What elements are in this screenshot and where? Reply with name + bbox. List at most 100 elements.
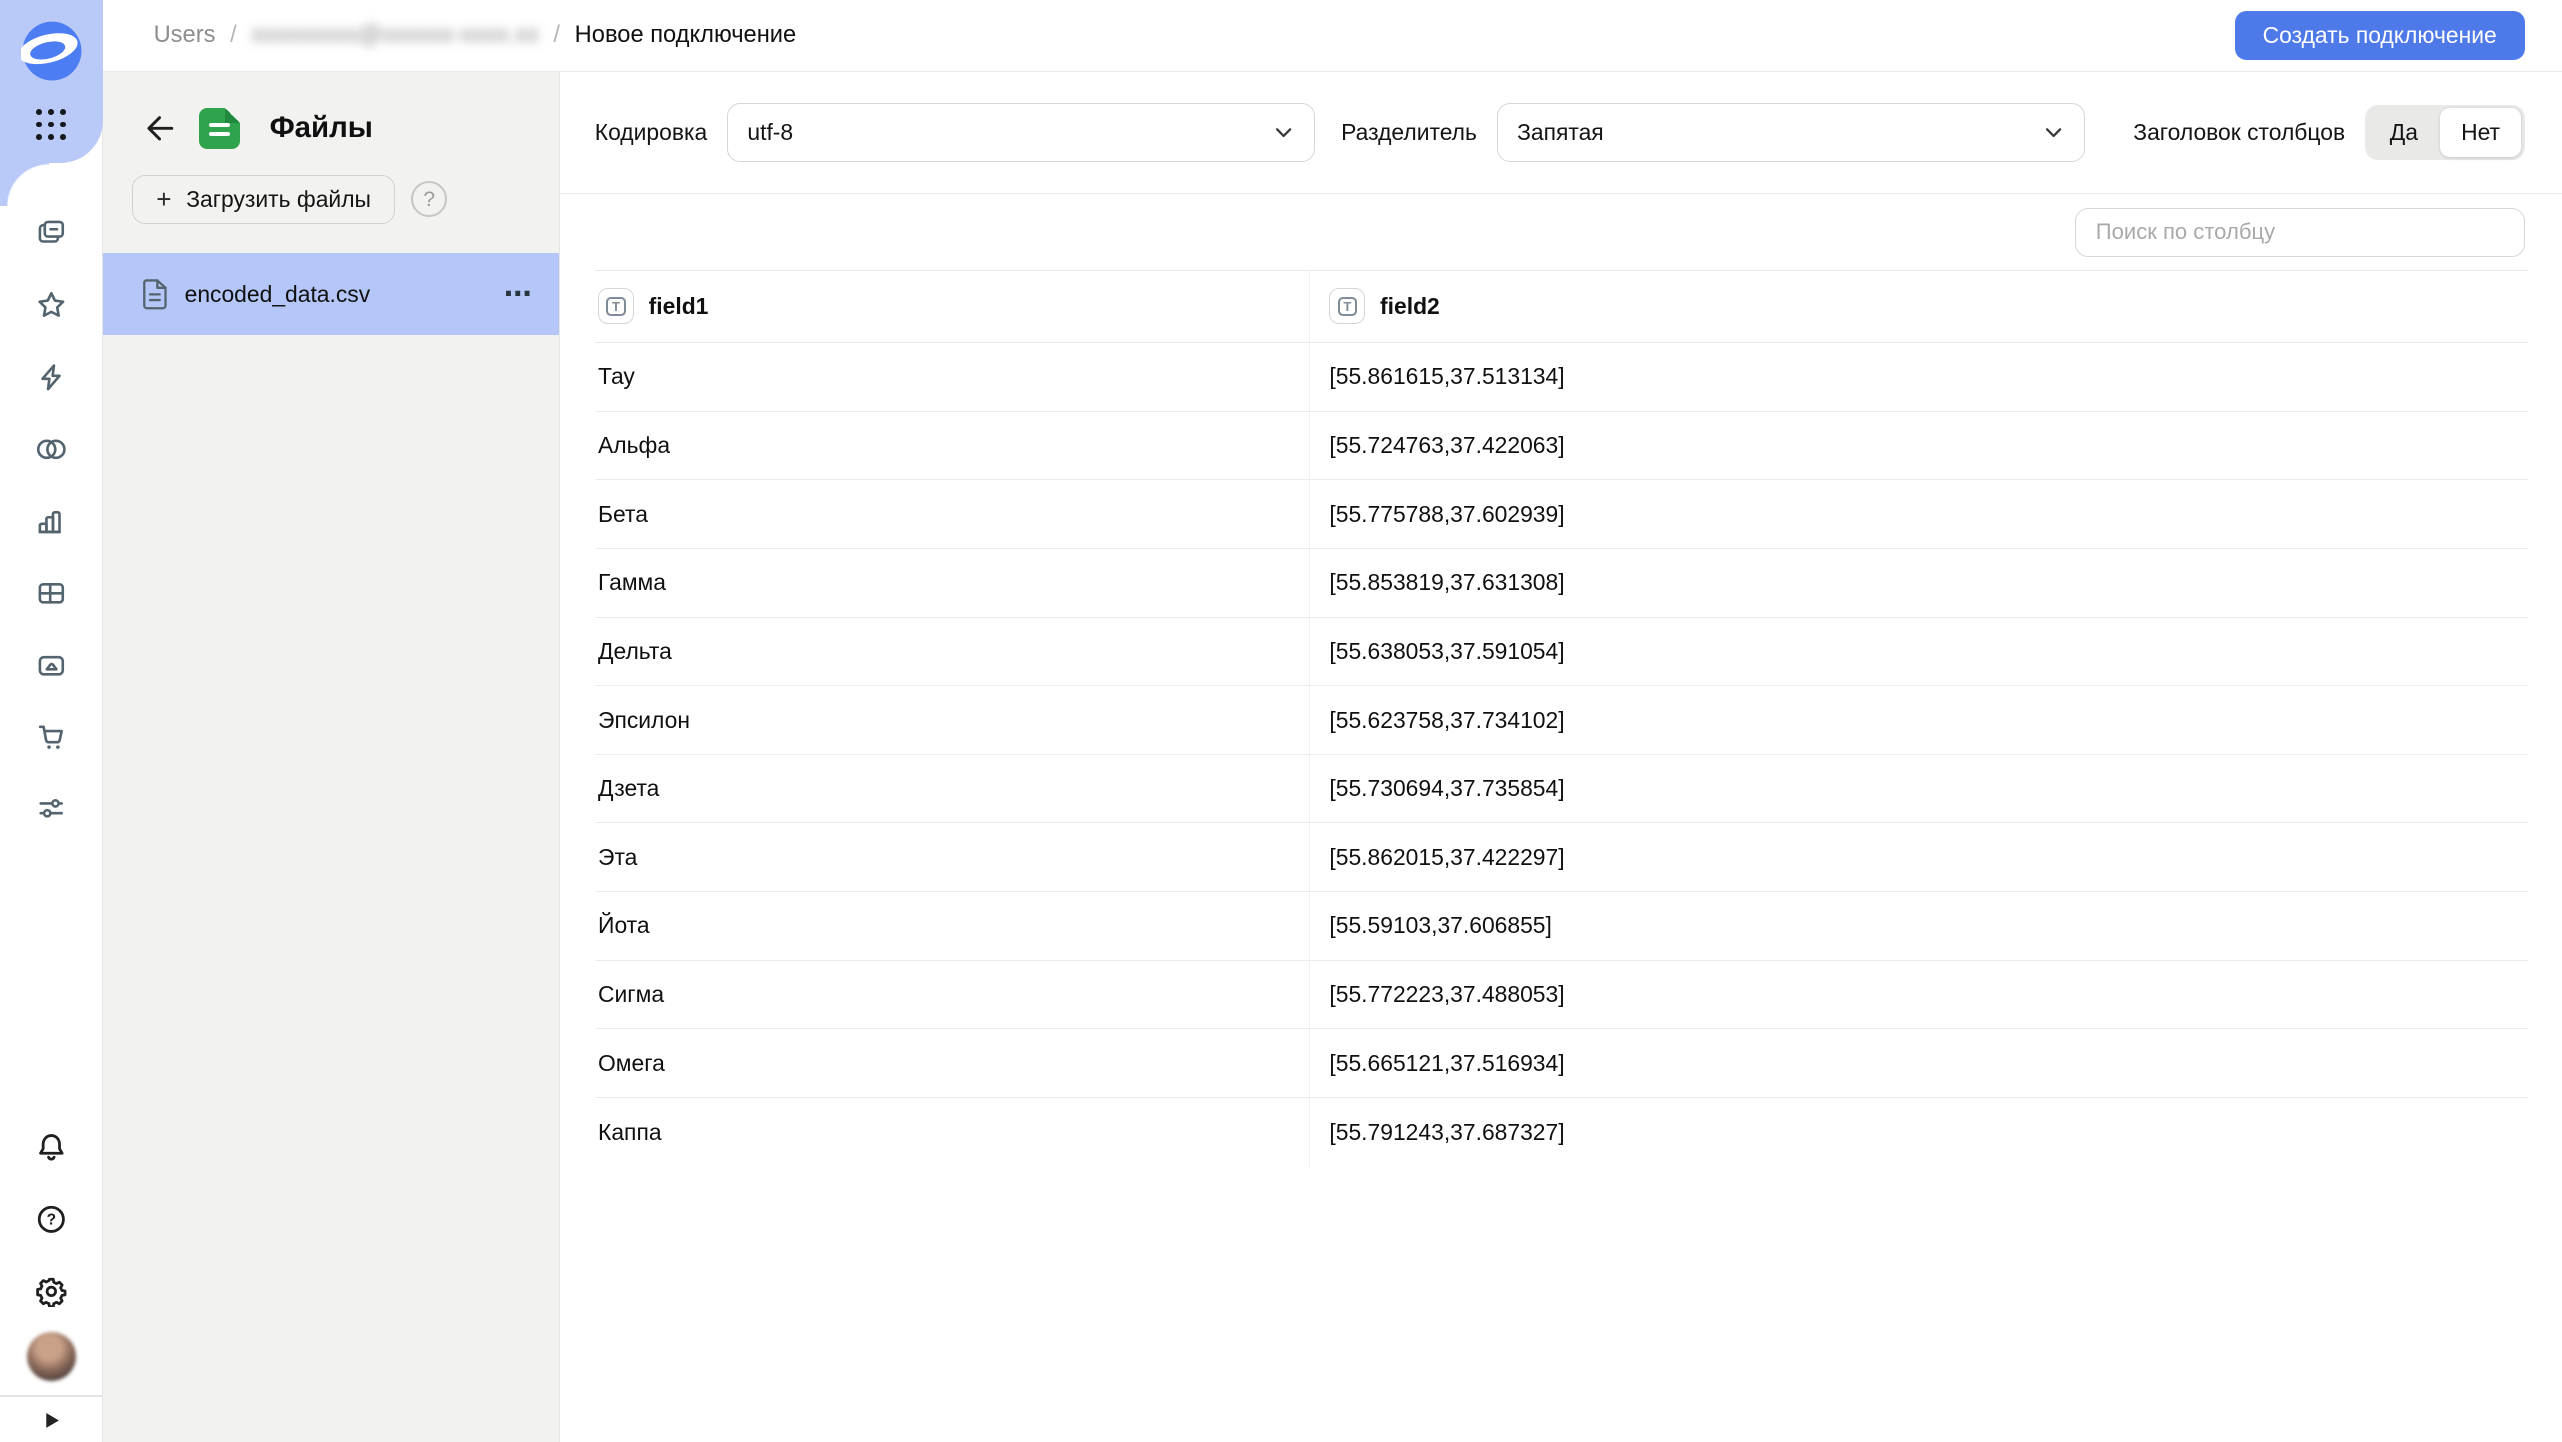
upload-files-button[interactable]: + Загрузить файлы <box>132 175 395 224</box>
cell-field2: [55.772223,37.488053] <box>1309 961 2528 1029</box>
help-question-icon[interactable]: ? <box>35 1203 68 1236</box>
editor-lightning-icon[interactable] <box>35 361 68 394</box>
connections-icon[interactable] <box>35 433 68 466</box>
search-row <box>560 194 2562 269</box>
cell-field2: [55.775788,37.602939] <box>1309 480 2528 548</box>
table-header-field1: T field1 <box>595 271 1309 343</box>
rail-bottom: ? <box>0 1131 103 1442</box>
back-arrow-icon[interactable] <box>144 112 177 145</box>
plus-icon: + <box>156 186 171 212</box>
notifications-bell-icon[interactable] <box>35 1131 68 1164</box>
create-connection-button[interactable]: Создать подключение <box>2235 11 2525 60</box>
cell-field1: Каппа <box>595 1098 1309 1167</box>
table-header-field2: T field2 <box>1309 271 2528 343</box>
app-root: ? Users / xxxxxxxxx@xxxxxx-xxxx.xx / Нов… <box>0 0 2562 1442</box>
collections-icon[interactable] <box>35 217 68 250</box>
column-header-toggle: Да Нет <box>2365 105 2525 161</box>
panel-title: Файлы <box>270 111 373 145</box>
table-header-row: T field1 T field2 <box>595 270 2528 344</box>
encoding-value: utf-8 <box>747 119 793 146</box>
files-panel: Файлы + Загрузить файлы ? encoded_data.c… <box>103 72 561 1442</box>
table-row: Дельта[55.638053,37.591054] <box>595 618 2528 687</box>
table-row: Бета[55.775788,37.602939] <box>595 480 2528 549</box>
apps-grid-icon[interactable] <box>36 109 67 140</box>
string-type-icon: T <box>606 297 626 317</box>
toggle-option-no[interactable]: Нет <box>2440 108 2521 157</box>
table-body: Тау[55.861615,37.513134]Альфа[55.724763,… <box>595 343 2528 1167</box>
cell-field1: Дельта <box>595 618 1309 686</box>
cell-field1: Дзета <box>595 755 1309 823</box>
left-rail: ? <box>0 0 103 1442</box>
favorites-star-icon[interactable] <box>35 289 68 322</box>
cell-field1: Йота <box>595 892 1309 960</box>
cell-field2: [55.724763,37.422063] <box>1309 412 2528 480</box>
column-type-button[interactable]: T <box>1329 288 1365 324</box>
cell-field1: Тау <box>595 343 1309 411</box>
play-triangle-icon <box>40 1409 63 1432</box>
user-avatar[interactable] <box>27 1332 76 1381</box>
file-name: encoded_data.csv <box>185 281 371 308</box>
rail-nav <box>0 217 103 825</box>
cell-field1: Омега <box>595 1029 1309 1097</box>
table-row: Эта[55.862015,37.422297] <box>595 823 2528 892</box>
charts-icon[interactable] <box>35 505 68 538</box>
breadcrumb-separator: / <box>553 22 560 49</box>
file-list-item-selected[interactable]: encoded_data.csv ⋯ <box>103 253 560 335</box>
delimiter-value: Запятая <box>1517 119 1604 146</box>
cell-field2: [55.638053,37.591054] <box>1309 618 2528 686</box>
breadcrumb-separator: / <box>230 22 237 49</box>
delimiter-select[interactable]: Запятая <box>1497 103 2085 162</box>
delimiter-label: Разделитель <box>1341 119 1477 146</box>
cell-field1: Альфа <box>595 412 1309 480</box>
svg-text:?: ? <box>47 1211 56 1228</box>
gallery-icon[interactable] <box>35 649 68 682</box>
cell-field2: [55.730694,37.735854] <box>1309 755 2528 823</box>
table-row: Дзета[55.730694,37.735854] <box>595 755 2528 824</box>
table-row: Эпсилон[55.623758,37.734102] <box>595 686 2528 755</box>
top-bar: Users / xxxxxxxxx@xxxxxx-xxxx.xx / Новое… <box>103 0 2562 72</box>
files-panel-header: Файлы <box>103 72 560 149</box>
panel-actions: + Загрузить файлы ? <box>103 149 560 224</box>
cell-field1: Эта <box>595 823 1309 891</box>
cell-field1: Эпсилон <box>595 686 1309 754</box>
data-preview-table: T field1 T field2 Тау[55.861615,37.51313… <box>595 270 2528 1167</box>
table-row: Гамма[55.853819,37.631308] <box>595 549 2528 618</box>
column-search-input[interactable] <box>2075 208 2524 257</box>
cell-field2: [55.623758,37.734102] <box>1309 686 2528 754</box>
column-name: field2 <box>1380 293 1440 320</box>
string-type-icon: T <box>1338 297 1358 317</box>
cell-field2: [55.853819,37.631308] <box>1309 549 2528 617</box>
file-row-menu-ellipsis[interactable]: ⋯ <box>504 286 533 302</box>
upload-files-label: Загрузить файлы <box>186 186 371 213</box>
table-row: Тау[55.861615,37.513134] <box>595 343 2528 412</box>
cell-field2: [55.862015,37.422297] <box>1309 823 2528 891</box>
cell-field2: [55.861615,37.513134] <box>1309 343 2528 411</box>
table-row: Каппа[55.791243,37.687327] <box>595 1098 2528 1167</box>
settings-toolbar: Кодировка utf-8 Разделитель Запятая Заго… <box>560 72 2562 195</box>
chevron-down-icon <box>2043 122 2064 143</box>
cell-field1: Сигма <box>595 961 1309 1029</box>
expand-rail-button[interactable] <box>0 1397 103 1442</box>
file-connection-green-icon <box>199 108 240 149</box>
upload-help-icon[interactable]: ? <box>411 181 447 217</box>
table-row: Омега[55.665121,37.516934] <box>595 1029 2528 1098</box>
settings-gear-icon[interactable] <box>35 1275 68 1308</box>
toggle-option-yes[interactable]: Да <box>2368 108 2440 157</box>
cell-field1: Бета <box>595 480 1309 548</box>
datalens-logo-icon[interactable] <box>21 20 83 82</box>
cell-field2: [55.665121,37.516934] <box>1309 1029 2528 1097</box>
cell-field2: [55.59103,37.606855] <box>1309 892 2528 960</box>
table-row: Йота[55.59103,37.606855] <box>595 892 2528 961</box>
column-type-button[interactable]: T <box>598 288 634 324</box>
column-name: field1 <box>649 293 709 320</box>
column-header-label: Заголовок столбцов <box>2133 119 2345 146</box>
table-row: Альфа[55.724763,37.422063] <box>595 412 2528 481</box>
document-icon <box>141 278 169 311</box>
cell-field1: Гамма <box>595 549 1309 617</box>
breadcrumb-users-link[interactable]: Users <box>154 22 216 49</box>
marketplace-cart-icon[interactable] <box>35 720 68 753</box>
services-sliders-icon[interactable] <box>35 792 68 825</box>
encoding-select[interactable]: utf-8 <box>727 103 1315 162</box>
dashboards-icon[interactable] <box>35 577 68 610</box>
breadcrumb-user-link-blurred[interactable]: xxxxxxxxx@xxxxxx-xxxx.xx <box>251 22 538 49</box>
